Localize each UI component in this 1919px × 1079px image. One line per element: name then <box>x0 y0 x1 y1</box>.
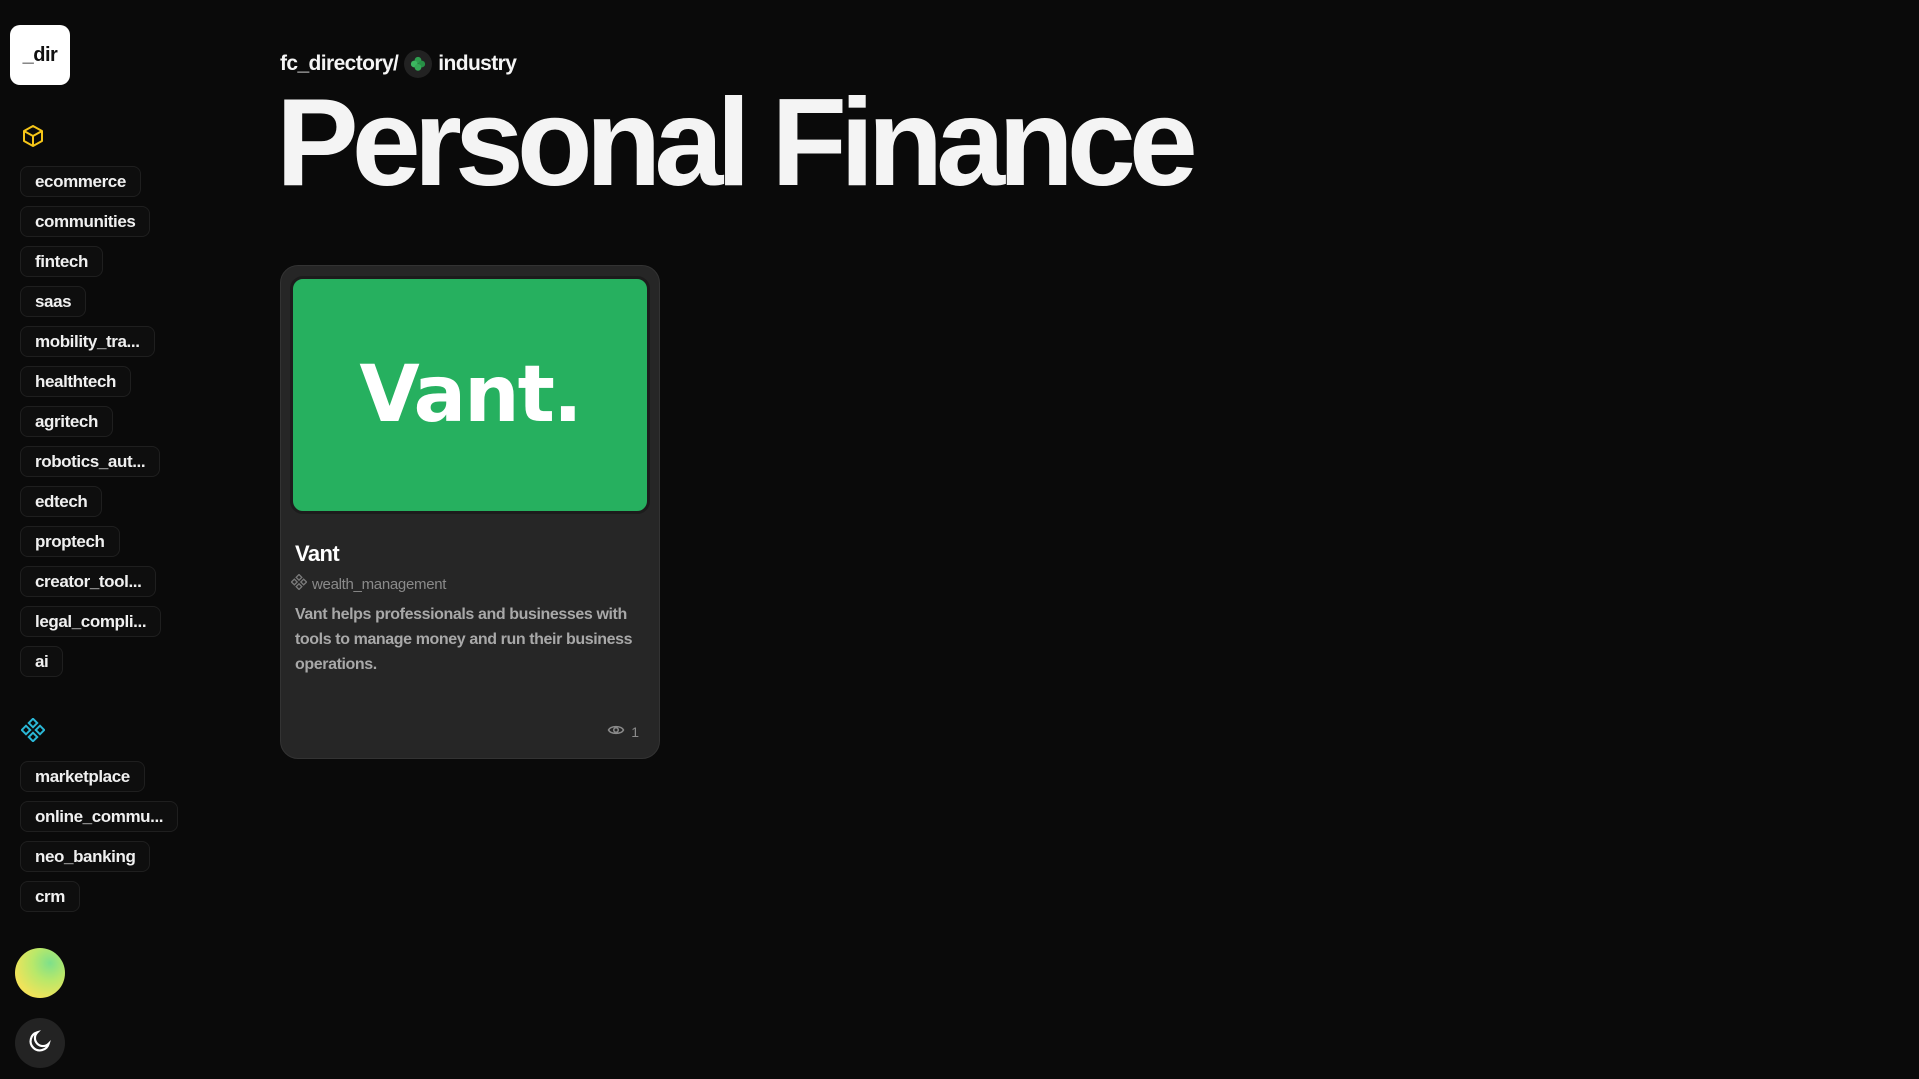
moon-icon <box>27 1028 53 1059</box>
industry-tag[interactable]: edtech <box>20 486 103 517</box>
category-tag[interactable]: marketplace <box>20 761 145 792</box>
category-tag[interactable]: crm <box>20 881 80 912</box>
sidebar: _dir ecommerce communities fintech saas … <box>0 0 200 1079</box>
industry-tag[interactable]: legal_compli... <box>20 606 162 637</box>
diamond-grid-icon <box>290 573 308 594</box>
company-category-label: wealth_management <box>312 575 447 593</box>
cube-icon[interactable] <box>20 123 46 149</box>
industry-tag[interactable]: agritech <box>20 406 113 437</box>
company-description: Vant helps professionals and businesses … <box>295 606 633 673</box>
directory-logo[interactable]: _dir <box>10 25 70 85</box>
theme-toggle-button[interactable] <box>15 1018 65 1068</box>
industry-tag[interactable]: creator_tool... <box>20 566 157 597</box>
industry-tag[interactable]: saas <box>20 286 87 317</box>
category-tag[interactable]: online_commu... <box>20 801 179 832</box>
industry-tag[interactable]: healthtech <box>20 366 132 397</box>
industry-tag[interactable]: communities <box>20 206 151 237</box>
industry-tag[interactable]: ecommerce <box>20 166 141 197</box>
page-title: Personal Finance <box>276 74 1198 212</box>
view-count-value: 1 <box>631 723 639 740</box>
company-name: Vant <box>295 541 340 566</box>
industry-tag[interactable]: proptech <box>20 526 120 557</box>
eye-icon <box>607 721 625 742</box>
company-category[interactable]: wealth_management <box>290 573 447 594</box>
view-count: 1 <box>607 721 639 742</box>
industry-tag[interactable]: mobility_tra... <box>20 326 155 357</box>
category-tag[interactable]: neo_banking <box>20 841 151 872</box>
industry-tag[interactable]: robotics_aut... <box>20 446 161 477</box>
company-card[interactable]: Vant. Vant wealth_management Vant helps … <box>280 265 660 759</box>
industry-list: ecommerce communities fintech saas mobil… <box>20 166 162 677</box>
avatar[interactable] <box>15 948 65 998</box>
industry-tag[interactable]: fintech <box>20 246 103 277</box>
industry-tag[interactable]: ai <box>20 646 64 677</box>
company-logo-text: Vant. <box>359 350 582 440</box>
company-logo-image: Vant. <box>290 276 650 514</box>
category-list: marketplace online_commu... neo_banking … <box>20 761 179 912</box>
diamond-grid-icon[interactable] <box>20 717 46 743</box>
